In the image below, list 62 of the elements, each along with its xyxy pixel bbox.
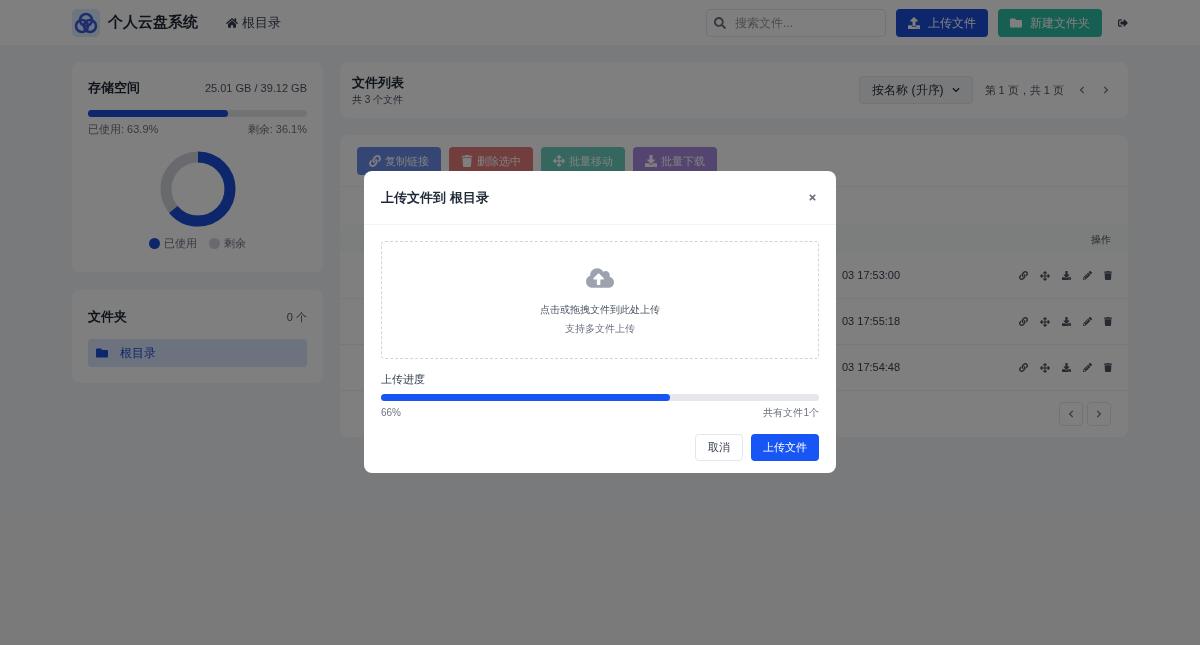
- chevron-left-icon: [1078, 86, 1086, 94]
- file-count: 共 3 个文件: [352, 93, 404, 108]
- logout-icon[interactable]: [1118, 17, 1128, 28]
- download-icon: [645, 155, 657, 167]
- caret-icon: [951, 86, 960, 94]
- move-icon[interactable]: [1040, 362, 1050, 373]
- trash-icon: [461, 155, 473, 167]
- table-cell-text: 03 17:53:00: [842, 268, 901, 284]
- link-icon[interactable]: [1019, 271, 1028, 280]
- trash-icon[interactable]: [1104, 317, 1112, 326]
- used-label: 已使用: 63.9%: [88, 121, 159, 137]
- legend-label: 已使用: [164, 236, 197, 251]
- file-list-title: 文件列表: [352, 73, 404, 92]
- storage-usage: 25.01 GB / 39.12 GB: [204, 80, 307, 96]
- search-icon: [714, 16, 726, 29]
- folder-item[interactable]: 根目录: [88, 338, 307, 367]
- cancel-button[interactable]: 取消: [695, 433, 743, 461]
- folder-count: 0 个: [286, 309, 307, 325]
- app-name: 个人云盘系统: [108, 12, 198, 33]
- move-icon: [553, 155, 565, 167]
- chevron-left-icon: [1067, 410, 1075, 418]
- link-icon: [369, 155, 381, 167]
- drop-zone[interactable]: 点击或拖拽文件到此处上传 支持多文件上传: [381, 241, 819, 359]
- link-icon[interactable]: [1019, 363, 1028, 372]
- remaining-label: 剩余: 36.1%: [247, 121, 307, 137]
- close-icon: [807, 193, 817, 202]
- legend-label: 剩余: [224, 236, 246, 251]
- chevron-right-icon: [1095, 410, 1103, 418]
- table-cell-text: 03 17:55:18: [842, 314, 901, 330]
- dialog-title: 上传文件到 根目录: [381, 188, 489, 207]
- cloud-logo-icon: [72, 8, 100, 37]
- chevron-right-icon: [1102, 86, 1110, 94]
- table-cell-text: 03 17:54:48: [842, 360, 901, 376]
- home-icon: [226, 16, 238, 29]
- trash-icon[interactable]: [1104, 363, 1112, 372]
- storage-title: 存储空间: [88, 79, 140, 97]
- pencil-icon[interactable]: [1083, 317, 1092, 326]
- move-icon[interactable]: [1040, 270, 1050, 281]
- progress-percent: 66%: [381, 405, 401, 420]
- folder-icon: [1010, 16, 1022, 29]
- download-icon[interactable]: [1062, 271, 1071, 280]
- progress-label: 上传进度: [381, 372, 426, 387]
- download-icon[interactable]: [1062, 317, 1071, 326]
- column-header: 操作: [1091, 232, 1111, 247]
- trash-icon[interactable]: [1104, 271, 1112, 280]
- drop-hint: 支持多文件上传: [565, 322, 635, 336]
- drop-text: 点击或拖拽文件到此处上传: [540, 303, 660, 317]
- upload-button[interactable]: 上传文件: [751, 433, 819, 461]
- folder-title: 文件夹: [88, 308, 127, 326]
- pencil-icon[interactable]: [1083, 363, 1092, 372]
- file-total: 共有文件1个: [763, 405, 819, 420]
- upload-icon: [908, 16, 920, 29]
- page-info: 第 1 页，共 1 页: [984, 82, 1064, 98]
- breadcrumb-link[interactable]: 根目录: [226, 12, 281, 33]
- link-icon[interactable]: [1019, 317, 1028, 326]
- sort-select[interactable]: 按名称 (升序): [859, 76, 973, 104]
- header-button[interactable]: 上传文件: [896, 8, 988, 37]
- folder-icon: [96, 346, 108, 359]
- pencil-icon[interactable]: [1083, 271, 1092, 280]
- header-button[interactable]: 新建文件夹: [998, 8, 1102, 37]
- move-icon[interactable]: [1040, 316, 1050, 327]
- download-icon[interactable]: [1062, 363, 1071, 372]
